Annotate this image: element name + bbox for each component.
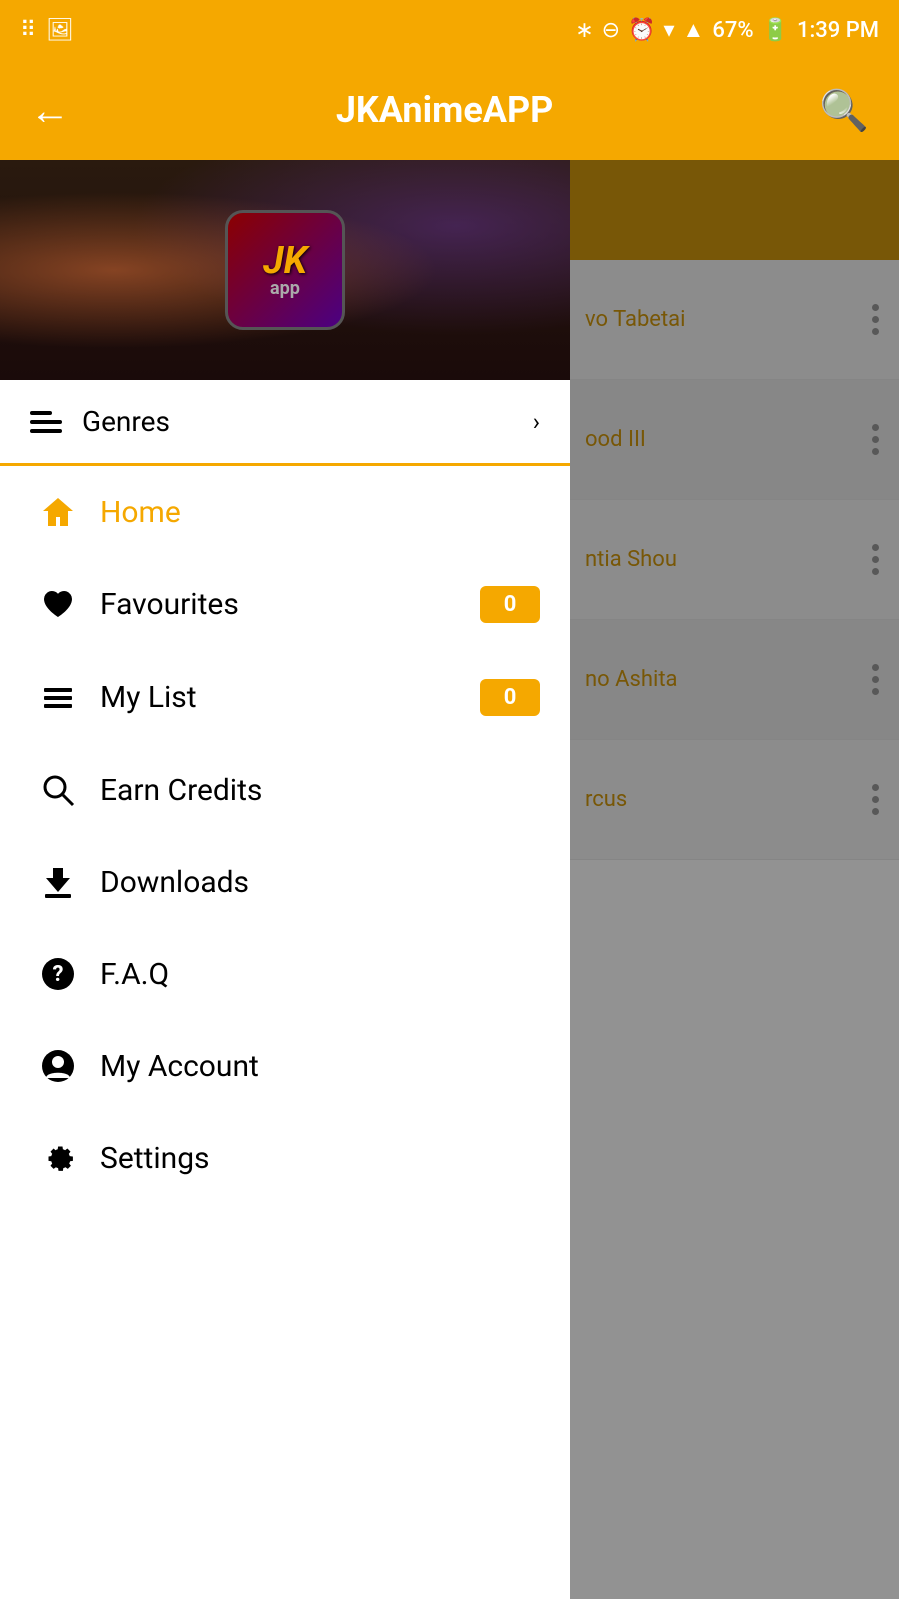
sidebar-item-settings[interactable]: Settings [0,1112,570,1204]
sidebar-item-favourites[interactable]: Favourites 0 [0,558,570,651]
wifi-icon: ▾ [663,18,674,43]
gear-icon [30,1140,85,1176]
downloads-label: Downloads [100,865,540,900]
settings-label: Settings [100,1141,540,1176]
favourites-label: Favourites [100,587,480,622]
sidebar-item-my-list[interactable]: My List 0 [0,651,570,744]
home-icon [30,494,85,530]
logo-jk: JK [263,242,307,280]
heart-icon [30,587,85,623]
app-title: JKAnimeAPP [336,89,554,131]
my-account-label: My Account [100,1049,540,1084]
grid-icon: ⠿ [20,18,36,43]
logo-text: JK app [263,242,307,298]
sidebar-item-downloads[interactable]: Downloads [0,836,570,928]
question-icon: ? [30,956,85,992]
status-left-icons: ⠿ 🖼 [20,18,74,43]
app-bar: ← JKAnimeAPP 🔍 [0,60,899,160]
battery-icon: 🔋 [762,18,789,43]
search-icon [30,772,85,808]
dnd-icon: ⊖ [602,18,620,43]
genres-label: Genres [82,405,533,438]
drawer-dim-overlay[interactable] [570,160,899,1599]
sidebar-item-faq[interactable]: ? F.A.Q [0,928,570,1020]
download-icon [30,864,85,900]
svg-text:?: ? [52,962,63,987]
my-list-label: My List [100,680,480,715]
favourites-badge: 0 [480,586,540,623]
home-label: Home [100,495,540,530]
drawer-logo: JK app [225,210,345,330]
account-icon [30,1048,85,1084]
alarm-icon: ⏰ [628,18,655,43]
navigation-drawer: JK app Genres › Home [0,160,570,1599]
search-button[interactable]: 🔍 [819,87,869,134]
drawer-header: JK app [0,160,570,380]
genres-icon [30,411,62,433]
sidebar-item-earn-credits[interactable]: Earn Credits [0,744,570,836]
genres-row[interactable]: Genres › [0,380,570,466]
earn-credits-label: Earn Credits [100,773,540,808]
status-bar: ⠿ 🖼 ∗ ⊖ ⏰ ▾ ▲ 67% 🔋 1:39 PM [0,0,899,60]
sidebar-item-my-account[interactable]: My Account [0,1020,570,1112]
menu-items: Home Favourites 0 [0,466,570,1599]
list-icon [30,680,85,716]
faq-label: F.A.Q [100,957,540,992]
my-list-badge: 0 [480,679,540,716]
status-right-icons: ∗ ⊖ ⏰ ▾ ▲ 67% 🔋 1:39 PM [575,17,879,43]
signal-icon: ▲ [683,17,705,43]
back-button[interactable]: ← [30,87,70,134]
image-icon: 🖼 [46,18,74,43]
genres-arrow-icon: › [533,408,540,436]
sidebar-item-home[interactable]: Home [0,466,570,558]
battery-percent: 67% [712,18,753,43]
bluetooth-icon: ∗ [575,18,593,43]
time: 1:39 PM [797,18,879,43]
main-layout: vo Tabetai ood III ntia Shou no Ashita r… [0,160,899,1599]
